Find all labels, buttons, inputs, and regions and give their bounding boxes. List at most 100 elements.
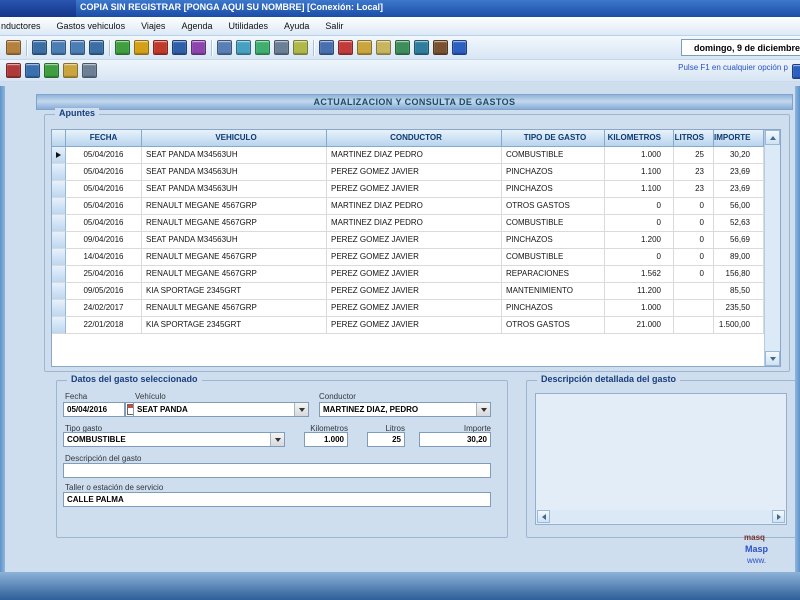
grid-body: 05/04/2016SEAT PANDA M34563UHMARTINEZ DI… — [52, 147, 780, 334]
calendar-icon[interactable] — [336, 38, 355, 57]
menu-item-ayuda[interactable]: Ayuda — [276, 17, 317, 35]
report-icon-glyph — [82, 63, 97, 78]
menu-item-gastos-vehiculos[interactable]: Gastos vehiculos — [49, 17, 134, 35]
search-icon[interactable] — [215, 38, 234, 57]
litros-field[interactable] — [367, 432, 405, 447]
table-row[interactable]: 14/04/2016RENAULT MEGANE 4567GRPPEREZ GO… — [52, 249, 780, 266]
info-icon-glyph — [452, 40, 467, 55]
table-row[interactable]: 05/04/2016SEAT PANDA M34563UHMARTINEZ DI… — [52, 147, 780, 164]
column-header-kilometros[interactable]: KILOMETROS — [605, 130, 674, 147]
conductor-dropdown[interactable]: MARTINEZ DIAZ, PEDRO — [319, 402, 491, 417]
detailed-description-textarea[interactable] — [535, 393, 787, 525]
last-record-icon[interactable] — [87, 38, 106, 57]
table-row[interactable]: 05/04/2016RENAULT MEGANE 4567GRPMARTINEZ… — [52, 215, 780, 232]
table-cell — [674, 300, 714, 317]
delete-record-icon[interactable] — [151, 38, 170, 57]
descripcion-field[interactable] — [63, 463, 491, 478]
grid-vertical-scrollbar[interactable] — [764, 130, 780, 366]
column-header-litros[interactable]: LITROS — [674, 130, 714, 147]
notes-icon[interactable] — [355, 38, 374, 57]
cancel-icon[interactable] — [189, 38, 208, 57]
print-icon[interactable] — [272, 38, 291, 57]
save-icon[interactable] — [170, 38, 189, 57]
add-record-icon[interactable] — [113, 38, 132, 57]
table-row[interactable]: 09/05/2016KIA SPORTAGE 2345GRTPEREZ GOME… — [52, 283, 780, 300]
scroll-left-icon[interactable] — [537, 510, 550, 523]
next-record-icon[interactable] — [68, 38, 87, 57]
table-row[interactable]: 05/04/2016SEAT PANDA M34563UHPEREZ GOMEZ… — [52, 164, 780, 181]
table-cell: 0 — [674, 232, 714, 249]
chevron-down-icon[interactable] — [294, 403, 308, 416]
expenses-grid[interactable]: FECHAVEHICULOCONDUCTORTIPO DE GASTOKILOM… — [51, 129, 781, 367]
importe-field[interactable] — [419, 432, 491, 447]
table-cell: PINCHAZOS — [502, 164, 605, 181]
calculator-icon[interactable] — [317, 38, 336, 57]
filter-icon[interactable] — [234, 38, 253, 57]
table-cell: 0 — [605, 198, 674, 215]
exit-door-icon[interactable] — [4, 38, 23, 57]
menu-item-nductores[interactable]: nductores — [0, 17, 49, 35]
column-header-fecha[interactable]: FECHA — [66, 130, 142, 147]
table-row[interactable]: 24/02/2017RENAULT MEGANE 4567GRPPEREZ GO… — [52, 300, 780, 317]
table-cell: 56,69 — [714, 232, 764, 249]
column-header-tipo-de-gasto[interactable]: TIPO DE GASTO — [502, 130, 605, 147]
vehiculo-label: Vehículo — [135, 392, 166, 401]
print-preview-icon[interactable] — [291, 38, 310, 57]
exit-door-icon-glyph — [6, 40, 21, 55]
edit-record-icon[interactable] — [132, 38, 151, 57]
scroll-down-icon[interactable] — [765, 351, 780, 366]
table-cell: RENAULT MEGANE 4567GRP — [142, 266, 327, 283]
description-horizontal-scrollbar[interactable] — [537, 510, 785, 523]
window-right-border — [795, 86, 800, 572]
fecha-field[interactable] — [63, 402, 125, 417]
chart-icon[interactable] — [393, 38, 412, 57]
table-cell: 1.562 — [605, 266, 674, 283]
table-row[interactable]: 25/04/2016RENAULT MEGANE 4567GRPPEREZ GO… — [52, 266, 780, 283]
website-link[interactable]: www. — [747, 556, 766, 565]
column-header-conductor[interactable]: CONDUCTOR — [327, 130, 502, 147]
table-row[interactable]: 05/04/2016RENAULT MEGANE 4567GRPMARTINEZ… — [52, 198, 780, 215]
table-row[interactable]: 09/04/2016SEAT PANDA M34563UHPEREZ GOMEZ… — [52, 232, 780, 249]
kilometros-field[interactable] — [304, 432, 348, 447]
menu-item-viajes[interactable]: Viajes — [133, 17, 173, 35]
delete-record-icon-glyph — [153, 40, 168, 55]
selected-expense-label: Datos del gasto seleccionado — [67, 374, 202, 384]
menu-item-utilidades[interactable]: Utilidades — [220, 17, 276, 35]
table-cell: 1.000 — [605, 300, 674, 317]
email-icon[interactable] — [374, 38, 393, 57]
row-selector-cell — [52, 181, 66, 198]
search-icon-glyph — [217, 40, 232, 55]
tipo-gasto-dropdown[interactable]: COMBUSTIBLE — [63, 432, 285, 447]
column-header-importe[interactable]: IMPORTE — [714, 130, 764, 147]
table-cell: MARTINEZ DIAZ PEDRO — [327, 198, 502, 215]
agenda-icon[interactable] — [61, 61, 80, 80]
fuel-icon[interactable] — [42, 61, 61, 80]
table-cell: 85,50 — [714, 283, 764, 300]
brand-link[interactable]: Masp — [745, 544, 768, 554]
car-icon[interactable] — [4, 61, 23, 80]
scroll-right-icon[interactable] — [772, 510, 785, 523]
tools-icon[interactable] — [431, 38, 450, 57]
taller-field[interactable] — [63, 492, 491, 507]
refresh-icon[interactable] — [253, 38, 272, 57]
detailed-description-groupbox: Descripción detallada del gasto — [526, 380, 796, 538]
column-header-vehiculo[interactable]: VEHICULO — [142, 130, 327, 147]
export-icon[interactable] — [412, 38, 431, 57]
table-cell: OTROS GASTOS — [502, 317, 605, 334]
help-icon[interactable] — [790, 62, 800, 81]
table-cell: COMBUSTIBLE — [502, 215, 605, 232]
menu-item-agenda[interactable]: Agenda — [173, 17, 220, 35]
chevron-down-icon[interactable] — [270, 433, 284, 446]
prev-record-icon[interactable] — [49, 38, 68, 57]
scroll-up-icon[interactable] — [765, 130, 780, 145]
driver-icon[interactable] — [23, 61, 42, 80]
vehiculo-dropdown[interactable]: SEAT PANDA — [133, 402, 309, 417]
table-row[interactable]: 05/04/2016SEAT PANDA M34563UHPEREZ GOMEZ… — [52, 181, 780, 198]
report-icon[interactable] — [80, 61, 99, 80]
menu-bar: nductoresGastos vehiculosViajesAgendaUti… — [0, 17, 800, 36]
chevron-down-icon[interactable] — [476, 403, 490, 416]
table-row[interactable]: 22/01/2018KIA SPORTAGE 2345GRTPEREZ GOME… — [52, 317, 780, 334]
first-record-icon[interactable] — [30, 38, 49, 57]
info-icon[interactable] — [450, 38, 469, 57]
menu-item-salir[interactable]: Salir — [317, 17, 351, 35]
